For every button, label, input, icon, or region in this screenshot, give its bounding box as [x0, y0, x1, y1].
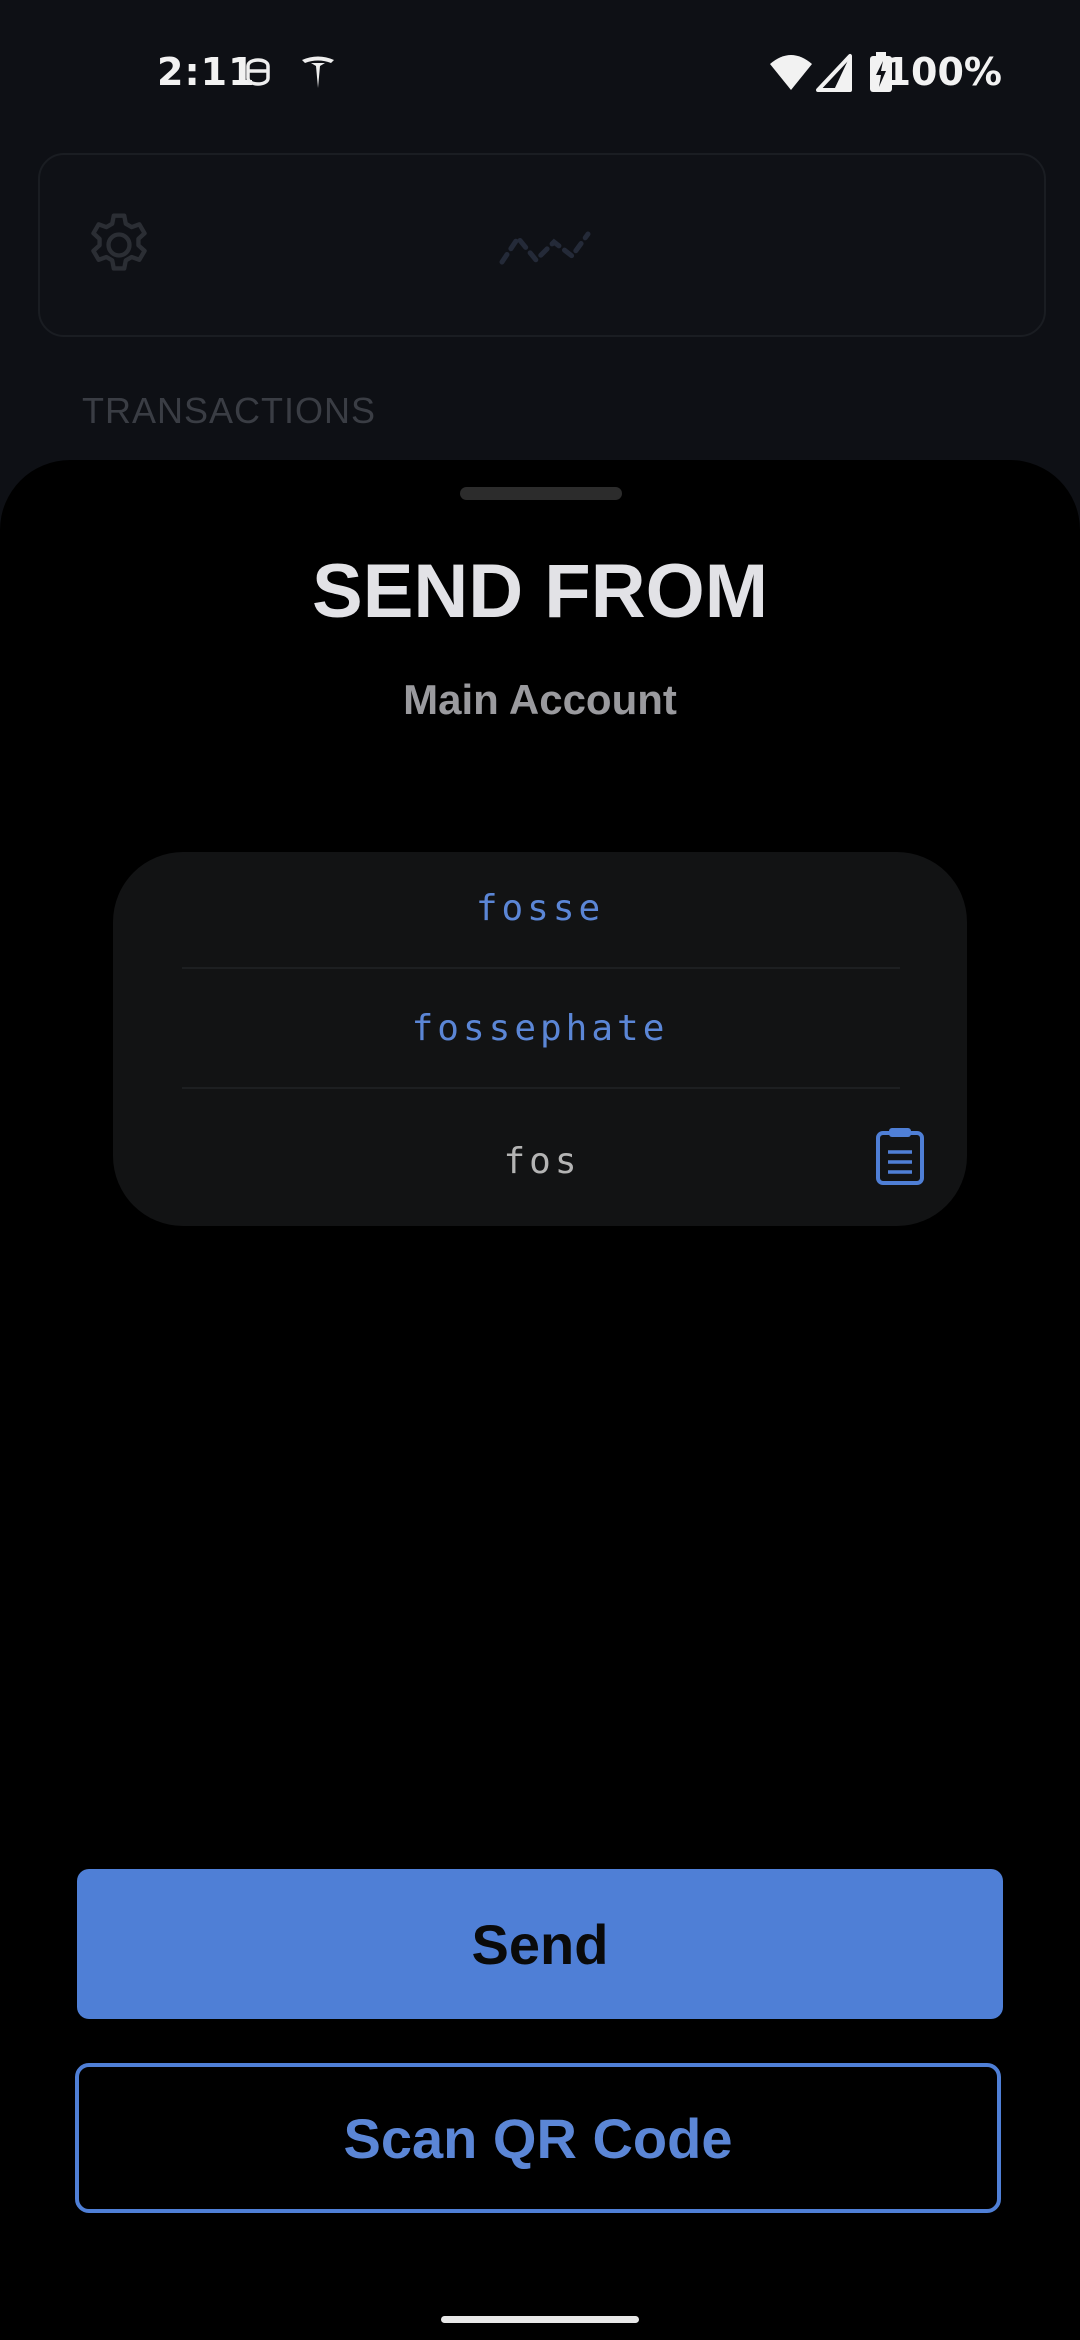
signal-icon [816, 54, 852, 92]
scan-qr-button[interactable]: Scan QR Code [75, 2063, 1001, 2213]
divider [182, 1087, 900, 1089]
send-button[interactable]: Send [77, 1869, 1003, 2019]
sheet-handle[interactable] [460, 487, 622, 500]
address-input[interactable] [180, 1130, 904, 1192]
wifi-icon [770, 55, 812, 90]
sheet-title: SEND FROM [312, 549, 768, 634]
gesture-nav-bar[interactable] [441, 2316, 639, 2323]
status-bar: 2:11 100% [0, 0, 1080, 150]
nano-logo-icon [499, 231, 591, 265]
account-name: Main Account [403, 676, 677, 723]
clipboard-icon[interactable] [874, 1125, 926, 1187]
suggestion-item[interactable]: fossephate [113, 1008, 967, 1049]
divider [182, 967, 900, 969]
battery-percent: 100% [884, 50, 1002, 94]
transactions-label: TRANSACTIONS [82, 390, 377, 431]
send-sheet [0, 460, 1080, 2340]
tesla-icon [302, 56, 334, 88]
gear-icon[interactable] [82, 208, 156, 282]
notification-face-icon [246, 58, 270, 86]
suggestion-item[interactable]: fosse [113, 888, 967, 929]
